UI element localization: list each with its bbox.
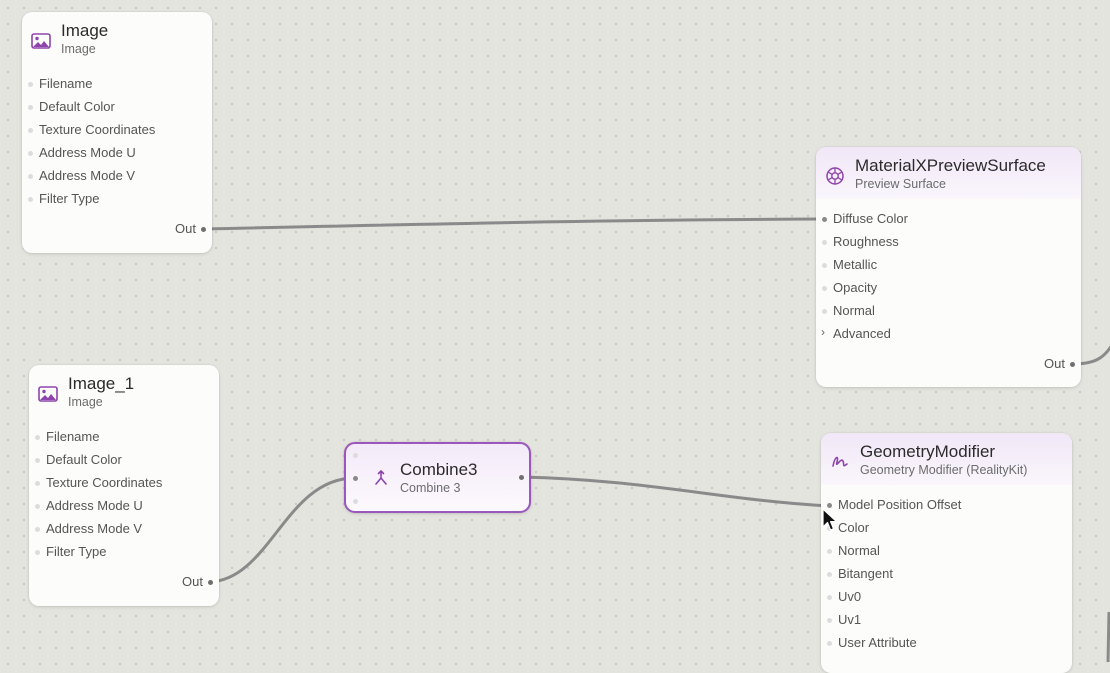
preview-surface-icon (825, 167, 845, 185)
node-subtitle: Image (61, 42, 96, 56)
input-port-address-mode-u[interactable]: Address Mode U (22, 143, 212, 163)
input-port-2[interactable] (353, 476, 358, 481)
geometry-modifier-node[interactable]: GeometryModifier Geometry Modifier (Real… (821, 433, 1072, 673)
input-port-filter-type[interactable]: Filter Type (22, 189, 212, 209)
node-title: GeometryModifier (860, 442, 996, 461)
input-port-address-mode-u[interactable]: Address Mode U (29, 496, 219, 516)
node-subtitle: Geometry Modifier (RealityKit) (860, 463, 1028, 477)
combine-icon (374, 470, 388, 491)
image-1-node[interactable]: Image_1 Image Filename Default Color Tex… (29, 365, 219, 606)
output-port-out[interactable]: Out (99, 572, 219, 592)
output-port-out[interactable]: Out (92, 219, 212, 239)
input-port-bitangent[interactable]: Bitangent (821, 564, 1072, 584)
node-header[interactable]: Image_1 Image (29, 365, 219, 417)
wire-image-to-preview[interactable] (201, 217, 827, 231)
output-port-out[interactable] (519, 475, 524, 480)
chevron-right-icon: › (821, 325, 825, 339)
input-port-3[interactable] (353, 499, 358, 504)
input-port-1[interactable] (353, 453, 358, 458)
node-title: MaterialXPreviewSurface (855, 156, 1046, 175)
input-port-filter-type[interactable]: Filter Type (29, 542, 219, 562)
input-port-color[interactable]: Color (821, 518, 1072, 538)
node-header[interactable]: GeometryModifier Geometry Modifier (Real… (821, 433, 1072, 485)
input-port-address-mode-v[interactable]: Address Mode V (22, 166, 212, 186)
input-port-default-color[interactable]: Default Color (29, 450, 219, 470)
input-port-texture-coordinates[interactable]: Texture Coordinates (22, 120, 212, 140)
node-header[interactable]: MaterialXPreviewSurface Preview Surface (816, 147, 1081, 199)
image-icon (38, 385, 58, 403)
node-title: Image (61, 21, 109, 40)
input-port-uv1[interactable]: Uv1 (821, 610, 1072, 630)
input-port-diffuse-color[interactable]: Diffuse Color (816, 209, 1081, 229)
input-port-address-mode-v[interactable]: Address Mode V (29, 519, 219, 539)
input-port-opacity[interactable]: Opacity (816, 278, 1081, 298)
wire-geometry-right[interactable] (1106, 611, 1110, 662)
input-port-user-attribute[interactable]: User Attribute (821, 633, 1072, 653)
wire-image1-to-combine[interactable] (208, 476, 354, 584)
input-port-default-color[interactable]: Default Color (22, 97, 212, 117)
advanced-disclosure[interactable]: › Advanced (816, 324, 1081, 344)
input-port-filename[interactable]: Filename (29, 427, 219, 447)
node-subtitle: Preview Surface (855, 177, 947, 191)
image-node[interactable]: Image Image Filename Default Color Textu… (22, 12, 212, 253)
preview-surface-node[interactable]: MaterialXPreviewSurface Preview Surface … (816, 147, 1081, 387)
node-title: Image_1 (68, 374, 135, 393)
mouse-pointer-icon (822, 508, 838, 537)
input-port-filename[interactable]: Filename (22, 74, 212, 94)
combine3-node[interactable]: Combine3 Combine 3 (344, 442, 531, 513)
node-subtitle: Image (68, 395, 103, 409)
input-port-normal[interactable]: Normal (816, 301, 1081, 321)
input-port-texture-coordinates[interactable]: Texture Coordinates (29, 473, 219, 493)
input-port-metallic[interactable]: Metallic (816, 255, 1081, 275)
wire-combine-to-geometry[interactable] (520, 475, 830, 508)
node-subtitle: Combine 3 (400, 481, 461, 495)
geometry-modifier-icon (830, 453, 850, 471)
input-port-normal[interactable]: Normal (821, 541, 1072, 561)
node-title: Combine3 (400, 460, 478, 479)
output-port-out[interactable]: Out (961, 354, 1081, 374)
input-port-model-position-offset[interactable]: Model Position Offset (821, 495, 1072, 515)
node-header[interactable]: Image Image (22, 12, 212, 64)
input-port-roughness[interactable]: Roughness (816, 232, 1081, 252)
input-port-uv0[interactable]: Uv0 (821, 587, 1072, 607)
image-icon (31, 32, 51, 50)
